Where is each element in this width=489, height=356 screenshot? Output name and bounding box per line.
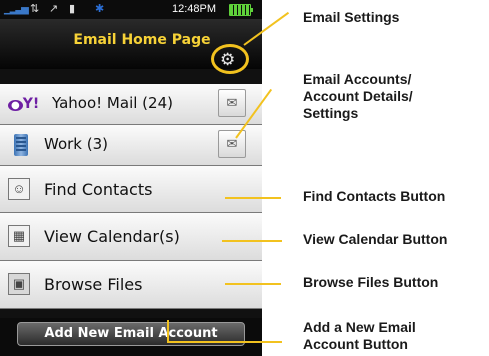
callout-browse-files: Browse Files Button — [303, 274, 439, 290]
yahoo-logo-icon: ● Y! — [8, 96, 39, 112]
find-contacts-leader — [225, 197, 281, 199]
add-account-leader-horizontal — [167, 341, 282, 343]
gears-icon: ⚙ — [220, 50, 236, 69]
calendar-icon: ▦ — [8, 225, 30, 247]
browse-files-leader — [225, 283, 281, 285]
file-icon: ▣ — [8, 273, 30, 295]
account-list: ● Y! Yahoo! Mail (24) ✉ Work (3) ✉ ☺ Find… — [0, 84, 262, 309]
view-calendar-leader — [222, 240, 282, 242]
callout-add-account: Add a New Email Account Button — [303, 319, 416, 352]
account-settings-button[interactable]: ✉ — [218, 89, 246, 117]
vibrate-icon: ▮ — [69, 3, 76, 15]
contacts-icon: ☺ — [8, 178, 30, 200]
account-label: Yahoo! Mail (24) — [52, 94, 173, 112]
find-contacts-label: Find Contacts — [44, 180, 153, 199]
account-row-yahoo[interactable]: ● Y! Yahoo! Mail (24) ✉ — [0, 84, 262, 125]
status-bar: ▁▂▃▅ ⇅ ↗ ▮ ✱ 12:48PM — [0, 0, 262, 19]
browse-files-button[interactable]: ▣ Browse Files — [0, 261, 262, 309]
callout-email-settings: Email Settings — [303, 9, 400, 25]
building-icon — [14, 134, 28, 156]
bottom-bar: Add New Email Account — [0, 318, 262, 356]
add-account-leader-vertical — [167, 320, 169, 342]
view-calendar-button[interactable]: ▦ View Calendar(s) — [0, 213, 262, 261]
phone-screen: ▁▂▃▅ ⇅ ↗ ▮ ✱ 12:48PM Email Home Page ⚙ ●… — [0, 0, 262, 356]
callout-email-accounts: Email Accounts/ Account Details/ Setting… — [303, 71, 413, 121]
roaming-icon: ↗ — [49, 3, 59, 15]
clock: 12:48PM — [172, 3, 217, 15]
account-settings-button[interactable]: ✉ — [218, 130, 246, 158]
battery-icon — [229, 4, 253, 16]
data-arrows-icon: ⇅ — [30, 3, 40, 15]
find-contacts-button[interactable]: ☺ Find Contacts — [0, 166, 262, 213]
bluetooth-icon: ✱ — [95, 3, 105, 15]
browse-files-label: Browse Files — [44, 275, 143, 294]
view-calendar-label: View Calendar(s) — [44, 227, 180, 246]
email-settings-button[interactable]: ⚙ — [211, 44, 249, 74]
callout-view-calendar: View Calendar Button — [303, 231, 448, 247]
account-label: Work (3) — [44, 135, 108, 153]
callout-find-contacts: Find Contacts Button — [303, 188, 446, 204]
signal-bars-icon: ▁▂▃▅ — [4, 4, 29, 15]
account-row-work[interactable]: Work (3) ✉ — [0, 125, 262, 166]
page-title: Email Home Page — [73, 32, 211, 48]
